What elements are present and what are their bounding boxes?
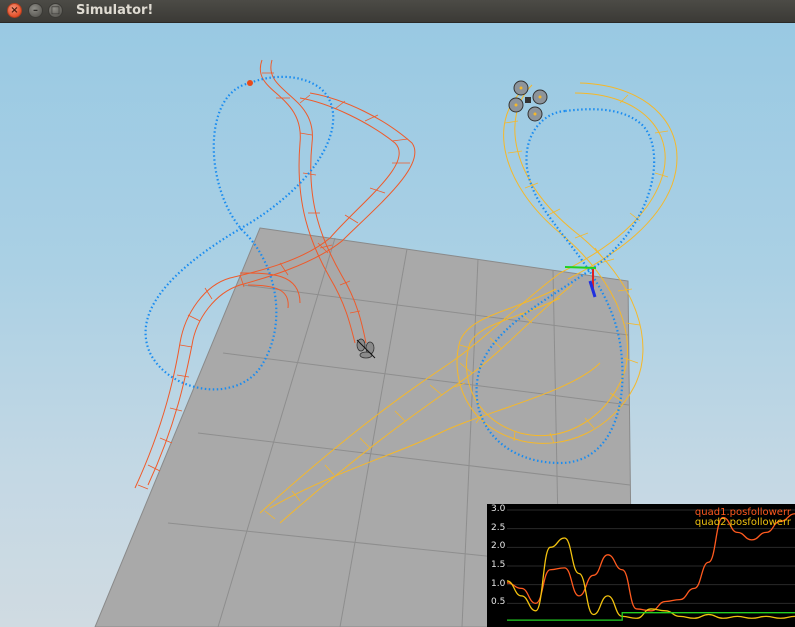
quad1-target-marker <box>247 80 253 86</box>
plot-y-tick-label: 3.0 <box>491 504 506 514</box>
close-window-button[interactable]: × <box>7 3 22 18</box>
3d-viewport[interactable]: 3.0 2.5 2.0 1.5 1.0 0.5 quad1.posfollowerr qua… <box>0 23 795 627</box>
error-plot: 3.0 2.5 2.0 1.5 1.0 0.5 quad1.posfollowerr qua… <box>487 504 795 627</box>
maximize-window-button[interactable]: □ <box>48 3 63 18</box>
plot-y-tick-label: 2.0 <box>491 541 506 552</box>
plot-threshold-line <box>507 612 795 621</box>
plot-series-line-2 <box>506 537 795 619</box>
plot-y-tick-label: 1.5 <box>491 560 506 570</box>
simulator-window: × – □ Simulator! 3.0 2.5 2.0 1.5 1.0 0.5… <box>0 0 795 627</box>
plot-y-tick-label: 2.5 <box>491 522 506 533</box>
plot-legend-entry: quad2.posfollowerr <box>694 517 791 528</box>
title-bar[interactable]: × – □ Simulator! <box>0 0 795 23</box>
window-title: Simulator! <box>76 3 154 18</box>
minimize-window-button[interactable]: – <box>28 3 43 18</box>
plot-y-tick-label: 1.0 <box>491 578 506 589</box>
plot-y-tick-label: 0.5 <box>491 597 506 608</box>
quad2-drone[interactable] <box>508 80 548 122</box>
